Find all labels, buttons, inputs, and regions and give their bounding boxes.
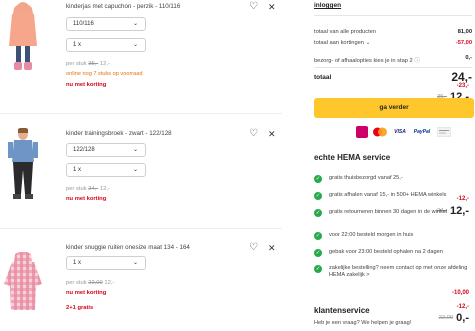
divider <box>314 15 472 16</box>
quantity-value: 1 x <box>73 260 82 266</box>
promo-label: nu met korting <box>66 82 107 88</box>
discount-amount-2: -12,- <box>456 304 469 310</box>
mastercard-icon <box>372 126 388 138</box>
service-item: ✓ gratis afhalen vanaf 15,- in 500+ HEMA … <box>314 192 447 200</box>
check-icon: ✓ <box>314 175 322 183</box>
service-title: echte HEMA service <box>314 153 391 162</box>
check-icon: ✓ <box>314 265 322 273</box>
unit-price: per stuk 24,- 12,- <box>66 186 110 192</box>
divider <box>0 113 282 114</box>
visa-icon: VISA <box>394 129 406 135</box>
chevron-down-icon: ⌄ <box>365 40 371 46</box>
shipping-row: bezorg- of afhaalopties kies je in stap … <box>314 55 472 64</box>
product-image-jacket[interactable] <box>2 0 44 76</box>
total-products-row: totaal van alle producten 81,00 <box>314 29 472 35</box>
check-icon: ✓ <box>314 209 322 217</box>
size-select[interactable]: 122/128 ⌄ <box>66 143 146 157</box>
cart-page: kinderjas met capuchon - perzik - 110/11… <box>0 0 475 331</box>
info-icon: ⓘ <box>414 58 420 64</box>
login-link[interactable]: inloggen <box>314 2 341 9</box>
check-icon: ✓ <box>314 249 322 257</box>
unit-price: per stuk 35,- 12,- <box>66 61 110 67</box>
chevron-down-icon: ⌄ <box>132 42 138 48</box>
quantity-value: 1 x <box>73 167 82 173</box>
size-select[interactable]: 110/116 ⌄ <box>66 17 146 31</box>
service-item[interactable]: ✓ zakelijke bestelling? neem contact op m… <box>314 265 474 279</box>
service-item: ✓ voor 22:00 besteld morgen in huis <box>314 232 414 240</box>
service-item: ✓ gebak voor 23:00 besteld ophalen na 2 d… <box>314 249 443 257</box>
product-image-onesie[interactable] <box>2 252 44 312</box>
service-item: ✓ gratis retourneren binnen 30 dagen in d… <box>314 209 448 217</box>
chevron-down-icon: ⌄ <box>132 147 138 153</box>
service-item: ✓ gratis thuisbezorgd vanaf 25,- <box>314 175 403 183</box>
chevron-down-icon: ⌄ <box>132 167 138 173</box>
product-name[interactable]: kinder snuggie ruiten onesize maat 134 -… <box>66 244 190 251</box>
promo-label-2: 2+1 gratis <box>66 305 94 311</box>
heart-icon[interactable]: ♡ <box>249 1 258 12</box>
quantity-select[interactable]: 1 x ⌄ <box>66 256 146 270</box>
divider <box>314 67 472 68</box>
size-value: 122/128 <box>73 147 95 153</box>
check-icon: ✓ <box>314 232 322 240</box>
line-price: 22,00 0,- <box>438 312 469 324</box>
discount-amount: -10,00 <box>451 290 469 296</box>
close-icon[interactable]: ✕ <box>268 2 276 13</box>
ideal-icon <box>356 126 368 138</box>
order-total: totaal 24,- <box>314 70 472 84</box>
quantity-select[interactable]: 1 x ⌄ <box>66 38 146 52</box>
quantity-select[interactable]: 1 x ⌄ <box>66 163 146 177</box>
size-value: 110/116 <box>73 21 94 27</box>
heart-icon[interactable]: ♡ <box>249 242 258 253</box>
customer-service-subtitle: Heb je een vraag? We helpen je graag! <box>314 320 412 326</box>
stock-notice: online nog 7 stuks op voorraad <box>66 71 143 77</box>
product-name[interactable]: kinderjas met capuchon - perzik - 110/11… <box>66 3 180 10</box>
product-name[interactable]: kinder trainingsbroek - zwart - 122/128 <box>66 130 172 137</box>
product-image-trousers[interactable] <box>2 128 44 202</box>
check-icon: ✓ <box>314 192 322 200</box>
paypal-icon: PayPal <box>413 129 431 135</box>
customer-service-title: klantenservice <box>314 306 370 315</box>
chevron-down-icon: ⌄ <box>132 260 138 266</box>
unit-price: per stuk 22,00 12,- <box>66 280 115 286</box>
chevron-down-icon: ⌄ <box>132 21 138 27</box>
divider <box>0 228 282 229</box>
close-icon[interactable]: ✕ <box>268 243 276 254</box>
bank-icon <box>437 126 451 138</box>
promo-label: nu met korting <box>66 196 107 202</box>
close-icon[interactable]: ✕ <box>268 129 276 140</box>
heart-icon[interactable]: ♡ <box>249 128 258 139</box>
quantity-value: 1 x <box>73 42 82 48</box>
total-discounts-row[interactable]: totaal aan kortingen ⌄ -57,00 <box>314 40 472 46</box>
promo-label: nu met korting <box>66 290 107 296</box>
checkout-button[interactable]: ga verder <box>314 98 474 118</box>
